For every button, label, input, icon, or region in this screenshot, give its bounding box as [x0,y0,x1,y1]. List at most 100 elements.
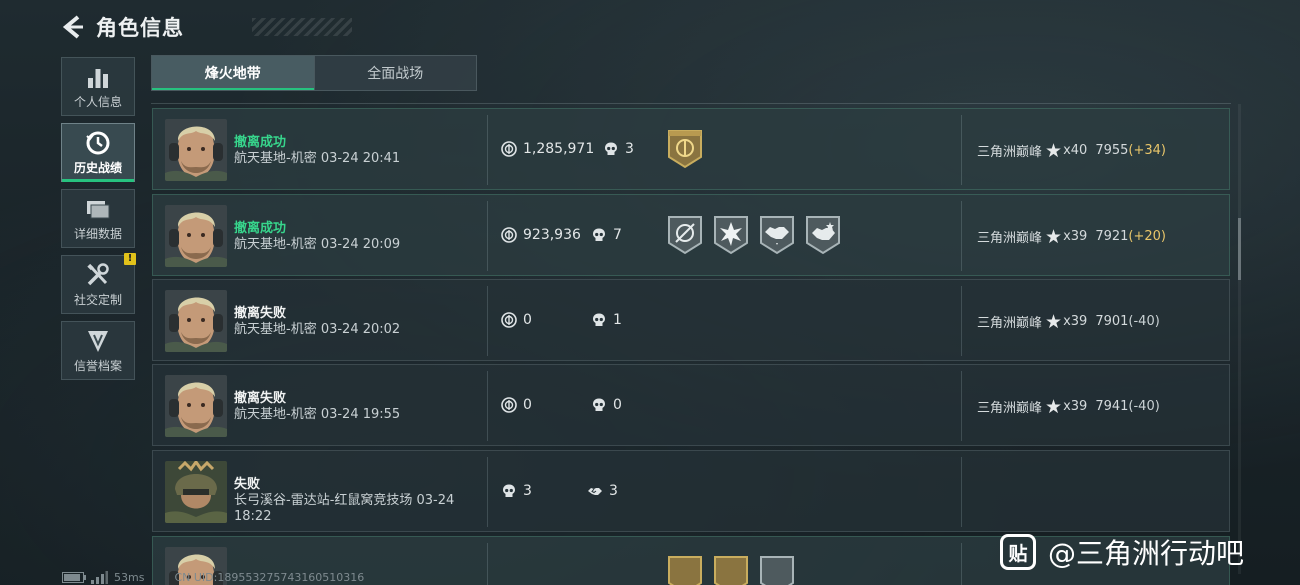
handshake-star-medal-icon[interactable] [805,215,841,255]
operator-avatar [165,205,227,267]
gold-shield-medal-icon[interactable] [667,129,703,169]
history-clock-icon [86,131,110,155]
kill-count: 1 [591,312,622,328]
rank-info: 三角洲巅峰 ★ x39 7921 (+20) [977,227,1166,246]
sidebar-item-detailed-data[interactable]: 详细数据 [61,189,135,248]
burst-star-medal-icon[interactable] [713,215,749,255]
match-result: 失败 [234,477,261,492]
match-record-row[interactable]: 撤离成功 航天基地-机密 03-24 20:09 923,936 7 三角洲巅峰… [152,194,1230,276]
star-icon: ★ [1045,225,1063,248]
assist-count: 3 [587,483,618,499]
sidebar-item-label: 信誉档案 [73,359,122,373]
match-result: 撤离失败 [234,306,287,321]
skull-icon [591,312,607,328]
handshake-medal-icon[interactable] [759,215,795,255]
rank-score: 7955 [1095,143,1129,158]
star-icon: ★ [1045,139,1063,162]
rank-score: 7921 [1095,229,1129,244]
extract-value-text: 0 [523,312,532,328]
star-count: x40 [1063,143,1088,158]
match-record-row[interactable]: 撤离失败 航天基地-机密 03-24 19:55 0 0 三角洲巅峰 ★ x39… [152,364,1230,446]
scrollbar-thumb[interactable] [1238,218,1241,280]
signal-icon [91,571,108,584]
kill-count: 3 [501,483,532,499]
tab-full-battlefield[interactable]: 全面战场 [313,56,477,90]
header: 角色信息 [60,10,352,44]
scrollbar-track[interactable] [1238,104,1241,574]
skull-icon [591,227,607,243]
column-divider [961,286,962,356]
rank-name: 三角洲巅峰 [977,145,1043,160]
divider [151,103,1231,104]
score-delta: (-40) [1128,399,1160,414]
logo-glyph: 贴 [1008,542,1028,565]
match-record-row[interactable]: 撤离失败 航天基地-机密 03-24 20:02 0 1 三角洲巅峰 ★ x39… [152,279,1230,361]
star-count: x39 [1063,229,1088,244]
extract-value-text: 1,285,971 [523,141,595,157]
score-delta: (+20) [1128,229,1166,244]
watermark-text: @三角洲行动吧 [1048,537,1245,570]
column-divider [961,543,962,585]
star-icon: ★ [1045,310,1063,333]
operator-avatar [165,375,227,437]
map-and-time: 航天基地-机密 03-24 20:02 [234,322,401,337]
extract-value: 1,285,971 [501,141,594,157]
gold-shield-medal-icon[interactable] [713,555,749,585]
rank-info: 三角洲巅峰 ★ x39 7901 (-40) [977,312,1160,331]
rank-name: 三角洲巅峰 [977,316,1043,331]
column-divider [961,371,962,441]
column-divider [487,543,488,585]
skull-icon [603,141,619,157]
rank-name: 三角洲巅峰 [977,231,1043,246]
battery-icon [62,572,86,583]
column-divider [487,286,488,356]
extract-value-text: 923,936 [523,227,581,243]
assist-count-text: 3 [609,483,618,499]
extract-value: 0 [501,312,532,328]
star-count: x39 [1063,314,1088,329]
sidebar-item-history[interactable]: 历史战绩 [61,123,135,182]
tools-icon [87,263,109,286]
tieba-logo-icon: 贴 [1000,534,1036,570]
match-result: 撤离失败 [234,391,287,406]
kill-count-text: 3 [523,483,532,499]
ping-text: 53ms [114,571,145,584]
sidebar-item-label: 社交定制 [73,293,122,307]
operator-avatar [165,290,227,352]
skull-icon [591,397,607,413]
map-and-time: 航天基地-机密 03-24 20:09 [234,237,401,252]
map-and-time: 航天基地-机密 03-24 19:55 [234,407,401,422]
operator-avatar [165,119,227,181]
column-divider [961,457,962,527]
page-title: 角色信息 [96,16,184,40]
silver-shield-medal-icon[interactable] [759,555,795,585]
tab-warfare-zone[interactable]: 烽火地带 [152,56,314,90]
match-record-row[interactable]: 撤离成功 航天基地-机密 03-24 20:41 1,285,971 3 三角洲… [152,108,1230,190]
kill-count-text: 7 [613,227,622,243]
column-divider [487,201,488,271]
coin-icon [501,227,517,243]
match-record-row[interactable]: 失败 长弓溪谷-雷达站-红鼠窝竞技场 03-24 18:22 3 3 [152,450,1230,532]
extract-value: 923,936 [501,227,581,243]
sidebar-item-social-custom[interactable]: 社交定制 ! [61,253,136,314]
kill-count: 7 [591,227,622,243]
rank-info: 三角洲巅峰 ★ x39 7941 (-40) [977,397,1160,416]
sidebar-item-personal-info[interactable]: 个人信息 [61,57,135,116]
status-footer: 53ms CN UID:189553275743160510316 [62,570,364,585]
coin-icon [501,397,517,413]
shield-emblem-icon [88,331,108,352]
back-arrow-icon[interactable] [60,14,86,40]
uid-text: CN UID:189553275743160510316 [174,571,365,584]
warning-badge: ! [124,253,136,265]
match-result: 撤离成功 [234,135,287,150]
gold-shield-medal-icon[interactable] [667,555,703,585]
rank-score: 7941 [1095,399,1129,414]
watermark: 贴 @三角洲行动吧 [1000,530,1244,574]
sidebar-item-reputation[interactable]: 信誉档案 [61,321,135,380]
column-divider [961,115,962,185]
bar-chart-icon [88,69,108,88]
map-and-time: 长弓溪谷-雷达站-红鼠窝竞技场 03-24 18:22 [234,493,455,524]
crosshair-medal-icon[interactable] [667,215,703,255]
handshake-icon [587,483,603,499]
operator-avatar [165,461,227,523]
